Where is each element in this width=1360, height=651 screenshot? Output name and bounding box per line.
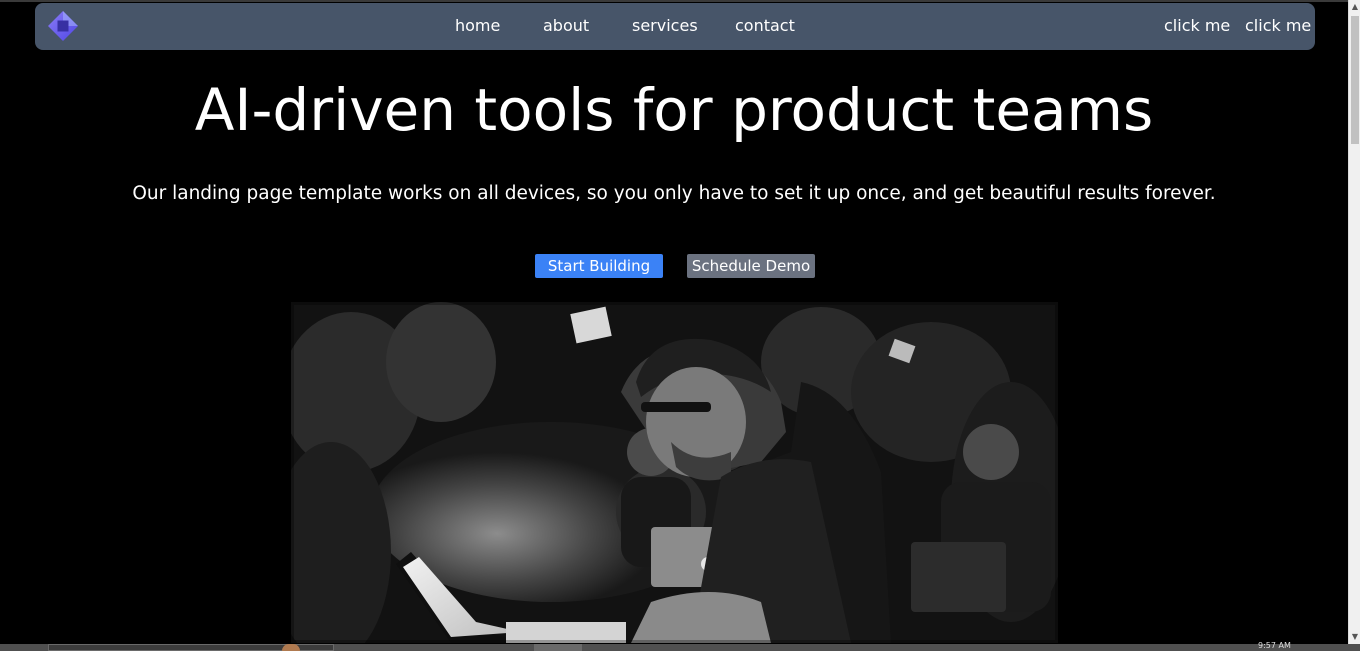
avatar	[282, 644, 300, 651]
hero-subtitle: Our landing page template works on all d…	[132, 183, 1216, 204]
scroll-up-arrow-icon[interactable]: ▲	[1349, 0, 1360, 14]
nav-link-services[interactable]: services	[632, 16, 698, 35]
navbar: home about services contact click me cli…	[35, 3, 1315, 50]
people-working-on-laptops-photo	[291, 302, 1058, 643]
taskbar-item-active[interactable]	[534, 644, 582, 651]
click-me-button-1[interactable]: click me	[1164, 16, 1230, 35]
taskbar-clock: 9:57 AM	[1258, 641, 1291, 650]
click-me-button-2[interactable]: click me	[1245, 16, 1311, 35]
landing-page: home about services contact click me cli…	[0, 0, 1360, 651]
window-top-edge	[0, 0, 1348, 2]
hero-title: AI-driven tools for product teams	[194, 76, 1154, 144]
nav-links: home about services contact click me cli…	[35, 3, 1315, 50]
scroll-down-arrow-icon[interactable]: ▼	[1349, 630, 1360, 644]
nav-link-contact[interactable]: contact	[735, 16, 795, 35]
vertical-scrollbar[interactable]: ▲ ▼	[1348, 0, 1360, 644]
nav-link-about[interactable]: about	[543, 16, 589, 35]
start-building-button[interactable]: Start Building	[535, 254, 663, 278]
nav-link-home[interactable]: home	[455, 16, 500, 35]
schedule-demo-button[interactable]: Schedule Demo	[687, 254, 815, 278]
taskbar: 9:57 AM	[0, 641, 1360, 651]
scroll-thumb[interactable]	[1351, 16, 1359, 144]
